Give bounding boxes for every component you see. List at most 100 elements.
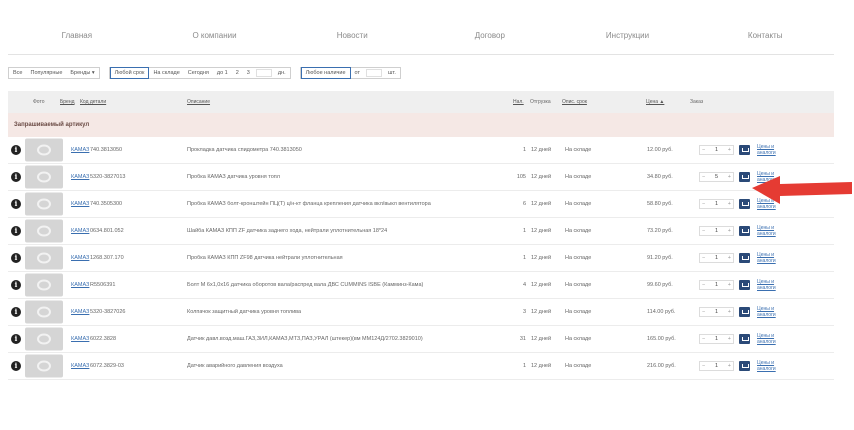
decrement-button[interactable]: − — [702, 336, 705, 342]
header-code[interactable]: Код детали — [80, 99, 106, 105]
cart-icon[interactable] — [739, 226, 750, 236]
quantity-stepper[interactable]: − 1 + — [699, 226, 734, 236]
decrement-button[interactable]: − — [702, 228, 705, 234]
filter-today[interactable]: Сегодня — [184, 70, 213, 76]
decrement-button[interactable]: − — [702, 201, 705, 207]
filter-all[interactable]: Все — [9, 70, 26, 76]
filter-in-stock[interactable]: На складе — [149, 70, 183, 76]
quantity-value[interactable]: 5 — [715, 174, 718, 180]
quantity-stepper[interactable]: − 1 + — [699, 280, 734, 290]
increment-button[interactable]: + — [728, 282, 731, 288]
info-icon[interactable]: i — [11, 334, 21, 344]
prices-analogs-link[interactable]: Цены и аналоги — [757, 198, 776, 210]
info-icon[interactable]: i — [11, 199, 21, 209]
quantity-stepper[interactable]: − 1 + — [699, 334, 734, 344]
quantity-value[interactable]: 1 — [715, 255, 718, 261]
quantity-value[interactable]: 1 — [715, 309, 718, 315]
nav-instructions[interactable]: Инструкции — [559, 31, 697, 40]
nav-contract[interactable]: Договор — [421, 31, 559, 40]
filter-any-term[interactable]: Любой срок — [109, 67, 150, 79]
increment-button[interactable]: + — [728, 309, 731, 315]
brand-link[interactable]: КАМАЗ — [71, 282, 89, 288]
quantity-stepper[interactable]: − 1 + — [699, 307, 734, 317]
prices-analogs-link[interactable]: Цены и аналоги — [757, 360, 776, 372]
info-icon[interactable]: i — [11, 226, 21, 236]
prices-analogs-link[interactable]: Цены и аналоги — [757, 171, 776, 183]
link-line[interactable]: аналоги — [757, 177, 776, 183]
quantity-value[interactable]: 1 — [715, 336, 718, 342]
link-line[interactable]: аналоги — [757, 204, 776, 210]
info-icon[interactable]: i — [11, 253, 21, 263]
link-line[interactable]: аналоги — [757, 312, 776, 318]
info-icon[interactable]: i — [11, 145, 21, 155]
quantity-stepper[interactable]: − 1 + — [699, 199, 734, 209]
cart-icon[interactable] — [739, 253, 750, 263]
info-icon[interactable]: i — [11, 280, 21, 290]
link-line[interactable]: аналоги — [757, 366, 776, 372]
cart-icon[interactable] — [739, 307, 750, 317]
brand-link[interactable]: КАМАЗ — [71, 309, 89, 315]
quantity-stepper[interactable]: − 5 + — [699, 172, 734, 182]
brand-link[interactable]: КАМАЗ — [71, 255, 89, 261]
quantity-value[interactable]: 1 — [715, 147, 718, 153]
filter-popular[interactable]: Популярные — [26, 70, 66, 76]
prices-analogs-link[interactable]: Цены и аналоги — [757, 144, 776, 156]
info-icon[interactable]: i — [11, 307, 21, 317]
header-brand[interactable]: Бренд — [60, 99, 75, 105]
cart-icon[interactable] — [739, 199, 750, 209]
brand-link[interactable]: КАМАЗ — [71, 147, 89, 153]
increment-button[interactable]: + — [728, 336, 731, 342]
quantity-stepper[interactable]: − 1 + — [699, 253, 734, 263]
nav-about[interactable]: О компании — [146, 31, 284, 40]
brand-link[interactable]: КАМАЗ — [71, 336, 89, 342]
cart-icon[interactable] — [739, 361, 750, 371]
filter-up-to-1[interactable]: до 1 — [213, 70, 232, 76]
prices-analogs-link[interactable]: Цены и аналоги — [757, 252, 776, 264]
days-input[interactable] — [255, 69, 272, 77]
quantity-value[interactable]: 1 — [715, 363, 718, 369]
quantity-value[interactable]: 1 — [715, 228, 718, 234]
decrement-button[interactable]: − — [702, 282, 705, 288]
increment-button[interactable]: + — [728, 228, 731, 234]
brand-link[interactable]: КАМАЗ — [71, 363, 89, 369]
decrement-button[interactable]: − — [702, 363, 705, 369]
prices-analogs-link[interactable]: Цены и аналоги — [757, 225, 776, 237]
header-term[interactable]: Опис. срок — [562, 99, 587, 105]
info-icon[interactable]: i — [11, 361, 21, 371]
header-availability[interactable]: Нал. — [513, 99, 524, 105]
filter-3[interactable]: 3 — [243, 70, 254, 76]
nav-contacts[interactable]: Контакты — [696, 31, 834, 40]
prices-analogs-link[interactable]: Цены и аналоги — [757, 306, 776, 318]
decrement-button[interactable]: − — [702, 309, 705, 315]
decrement-button[interactable]: − — [702, 147, 705, 153]
decrement-button[interactable]: − — [702, 174, 705, 180]
link-line[interactable]: аналоги — [757, 258, 776, 264]
link-line[interactable]: аналоги — [757, 231, 776, 237]
nav-news[interactable]: Новости — [283, 31, 421, 40]
link-line[interactable]: аналоги — [757, 150, 776, 156]
increment-button[interactable]: + — [728, 255, 731, 261]
prices-analogs-link[interactable]: Цены и аналоги — [757, 279, 776, 291]
cart-icon[interactable] — [739, 280, 750, 290]
link-line[interactable]: аналоги — [757, 285, 776, 291]
increment-button[interactable]: + — [728, 201, 731, 207]
link-line[interactable]: аналоги — [757, 339, 776, 345]
increment-button[interactable]: + — [728, 174, 731, 180]
increment-button[interactable]: + — [728, 363, 731, 369]
quantity-stepper[interactable]: − 1 + — [699, 361, 734, 371]
header-description[interactable]: Описание — [187, 99, 210, 105]
filter-any-availability[interactable]: Любое наличие — [300, 67, 351, 79]
filter-brands-dropdown[interactable]: Бренды ▾ — [66, 70, 98, 76]
cart-icon[interactable] — [739, 172, 750, 182]
cart-icon[interactable] — [739, 145, 750, 155]
brand-link[interactable]: КАМАЗ — [71, 174, 89, 180]
decrement-button[interactable]: − — [702, 255, 705, 261]
brand-link[interactable]: КАМАЗ — [71, 228, 89, 234]
nav-home[interactable]: Главная — [8, 31, 146, 40]
header-price[interactable]: Цена ▲ — [646, 99, 664, 105]
increment-button[interactable]: + — [728, 147, 731, 153]
quantity-value[interactable]: 1 — [715, 201, 718, 207]
quantity-from-input[interactable] — [366, 69, 383, 77]
prices-analogs-link[interactable]: Цены и аналоги — [757, 333, 776, 345]
quantity-stepper[interactable]: − 1 + — [699, 145, 734, 155]
